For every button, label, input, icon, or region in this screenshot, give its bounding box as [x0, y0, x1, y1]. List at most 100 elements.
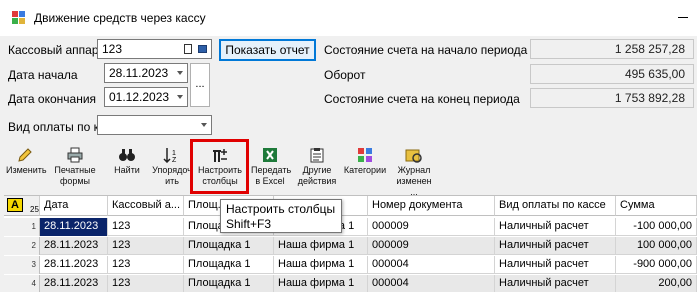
cell-sum[interactable]: 200,00 — [616, 275, 697, 292]
turnover-label: Оборот — [324, 68, 366, 82]
cell-firm[interactable]: Наша фирма 1 — [274, 237, 368, 255]
header-payment-type[interactable]: Вид оплаты по кассе — [495, 196, 616, 216]
cell-payment-type[interactable]: Наличный расчет — [495, 237, 616, 255]
cell-register[interactable]: 123 — [108, 256, 184, 274]
start-date-label: Дата начала — [8, 68, 78, 82]
excel-icon — [261, 147, 279, 163]
period-select-button[interactable]: ... — [190, 63, 210, 107]
binoculars-icon — [118, 147, 136, 163]
cell-sum[interactable]: -900 000,00 — [616, 256, 697, 274]
export-excel-label: Передать в Excel — [251, 165, 292, 186]
register-label: Кассовый аппара — [8, 43, 106, 57]
cell-payment-type[interactable]: Наличный расчет — [495, 256, 616, 274]
row-count: 25 — [30, 205, 39, 214]
edit-label: Изменить — [6, 165, 47, 175]
cell-doc-number[interactable]: 000009 — [368, 218, 495, 236]
opening-balance-value: 1 258 257,28 — [530, 39, 694, 59]
cell-payment-type[interactable]: Наличный расчет — [495, 218, 616, 236]
cell-doc-number[interactable]: 000009 — [368, 237, 495, 255]
pencil-icon — [16, 147, 34, 163]
row-number[interactable]: 4 — [4, 275, 40, 292]
closing-balance-label: Состояние счета на конец периода — [324, 92, 520, 106]
end-date-value: 01.12.2023 — [109, 90, 170, 104]
row-number[interactable]: 1 — [4, 218, 40, 236]
closing-balance-value: 1 753 892,28 — [530, 88, 694, 108]
header-register[interactable]: Кассовый а... — [108, 196, 184, 216]
grid-corner[interactable]: A 25 — [4, 196, 40, 216]
cell-date[interactable]: 28.11.2023 — [40, 275, 108, 292]
cell-area[interactable]: Площадка 1 — [184, 256, 274, 274]
documents-table[interactable]: A 25 Дата Кассовый а... Площ... Номер до… — [4, 195, 697, 292]
column-selector-icon[interactable]: A — [7, 198, 23, 212]
print-forms-label: Печатные формы — [54, 165, 96, 186]
opening-balance-label: Состояние счета на начало периода — [324, 43, 528, 57]
start-date-dropdown-icon[interactable] — [177, 71, 183, 75]
journal-icon — [405, 147, 423, 163]
payment-type-label: Вид оплаты по к — [8, 120, 99, 134]
end-date-label: Дата окончания — [8, 92, 97, 106]
title-bar: Движение средств через кассу — [0, 0, 697, 36]
highlight-box — [190, 139, 249, 194]
header-doc-number[interactable]: Номер документа — [368, 196, 495, 216]
cell-sum[interactable]: -100 000,00 — [616, 218, 697, 236]
cell-doc-number[interactable]: 000004 — [368, 275, 495, 292]
categories-button[interactable]: Категории — [342, 144, 388, 192]
header-sum[interactable]: Сумма — [616, 196, 697, 216]
export-excel-button[interactable]: Передать в Excel — [251, 144, 292, 192]
cell-payment-type[interactable]: Наличный расчет — [495, 275, 616, 292]
cell-firm[interactable]: Наша фирма 1 — [274, 256, 368, 274]
sort-button[interactable]: 1Z Упорядоч ить — [149, 144, 195, 192]
cell-register[interactable]: 123 — [108, 218, 184, 236]
payment-type-dropdown-icon[interactable] — [201, 123, 207, 127]
row-number[interactable]: 2 — [4, 237, 40, 255]
end-date-field[interactable]: 01.12.2023 — [104, 87, 188, 107]
edit-button[interactable]: Изменить — [6, 144, 47, 192]
cell-date[interactable]: 28.11.2023 — [40, 237, 108, 255]
cell-firm[interactable]: Наша фирма 1 — [274, 275, 368, 292]
payment-type-field[interactable] — [97, 115, 212, 135]
find-label: Найти — [114, 165, 140, 175]
start-date-field[interactable]: 28.11.2023 — [104, 63, 188, 83]
cell-register[interactable]: 123 — [108, 275, 184, 292]
turnover-value: 495 635,00 — [530, 64, 694, 84]
table-row[interactable]: 3 28.11.2023 123 Площадка 1 Наша фирма 1… — [4, 256, 697, 274]
change-log-label: Журнал изменен ... — [396, 165, 432, 197]
table-row[interactable]: 2 28.11.2023 123 Площадка 1 Наша фирма 1… — [4, 237, 697, 255]
cell-area[interactable]: Площадка 1 — [184, 275, 274, 292]
cell-sum[interactable]: 100 000,00 — [616, 237, 697, 255]
tooltip-title: Настроить столбцы — [226, 202, 336, 216]
minimize-button[interactable] — [672, 9, 697, 27]
print-forms-button[interactable]: Печатные формы — [52, 144, 98, 192]
table-row[interactable]: 4 28.11.2023 123 Площадка 1 Наша фирма 1… — [4, 275, 697, 292]
svg-text:Z: Z — [172, 157, 177, 163]
row-number[interactable]: 3 — [4, 256, 40, 274]
categories-label: Категории — [343, 165, 387, 175]
change-log-button[interactable]: Журнал изменен ... — [392, 144, 436, 197]
clear-icon[interactable] — [198, 45, 207, 53]
show-report-button[interactable]: Показать отчет — [219, 39, 316, 61]
end-date-dropdown-icon[interactable] — [177, 95, 183, 99]
svg-text:1: 1 — [172, 150, 176, 157]
other-actions-button[interactable]: Другие действия — [296, 144, 338, 192]
other-actions-label: Другие действия — [297, 165, 337, 186]
categories-icon — [356, 147, 374, 163]
cell-date[interactable]: 28.11.2023 — [40, 256, 108, 274]
find-button[interactable]: Найти — [108, 144, 146, 192]
register-value: 123 — [102, 42, 123, 56]
cell-date[interactable]: 28.11.2023 — [40, 218, 108, 236]
app-icon — [12, 11, 26, 25]
cell-register[interactable]: 123 — [108, 237, 184, 255]
header-date[interactable]: Дата — [40, 196, 108, 216]
window-title: Движение средств через кассу — [34, 11, 206, 25]
cell-area[interactable]: Площадка 1 — [184, 237, 274, 255]
list-icon[interactable] — [184, 44, 192, 54]
start-date-value: 28.11.2023 — [109, 66, 169, 80]
cell-doc-number[interactable]: 000004 — [368, 256, 495, 274]
tooltip: Настроить столбцы Shift+F3 — [220, 199, 342, 233]
sort-label: Упорядоч ить — [152, 165, 192, 186]
register-field[interactable]: 123 — [97, 39, 212, 59]
clipboard-icon — [308, 147, 326, 163]
table-row[interactable]: 1 28.11.2023 123 Площадка 1 Наша фирма 1… — [4, 218, 697, 236]
tooltip-shortcut: Shift+F3 — [226, 217, 272, 231]
sort-icon: 1Z — [163, 147, 181, 164]
